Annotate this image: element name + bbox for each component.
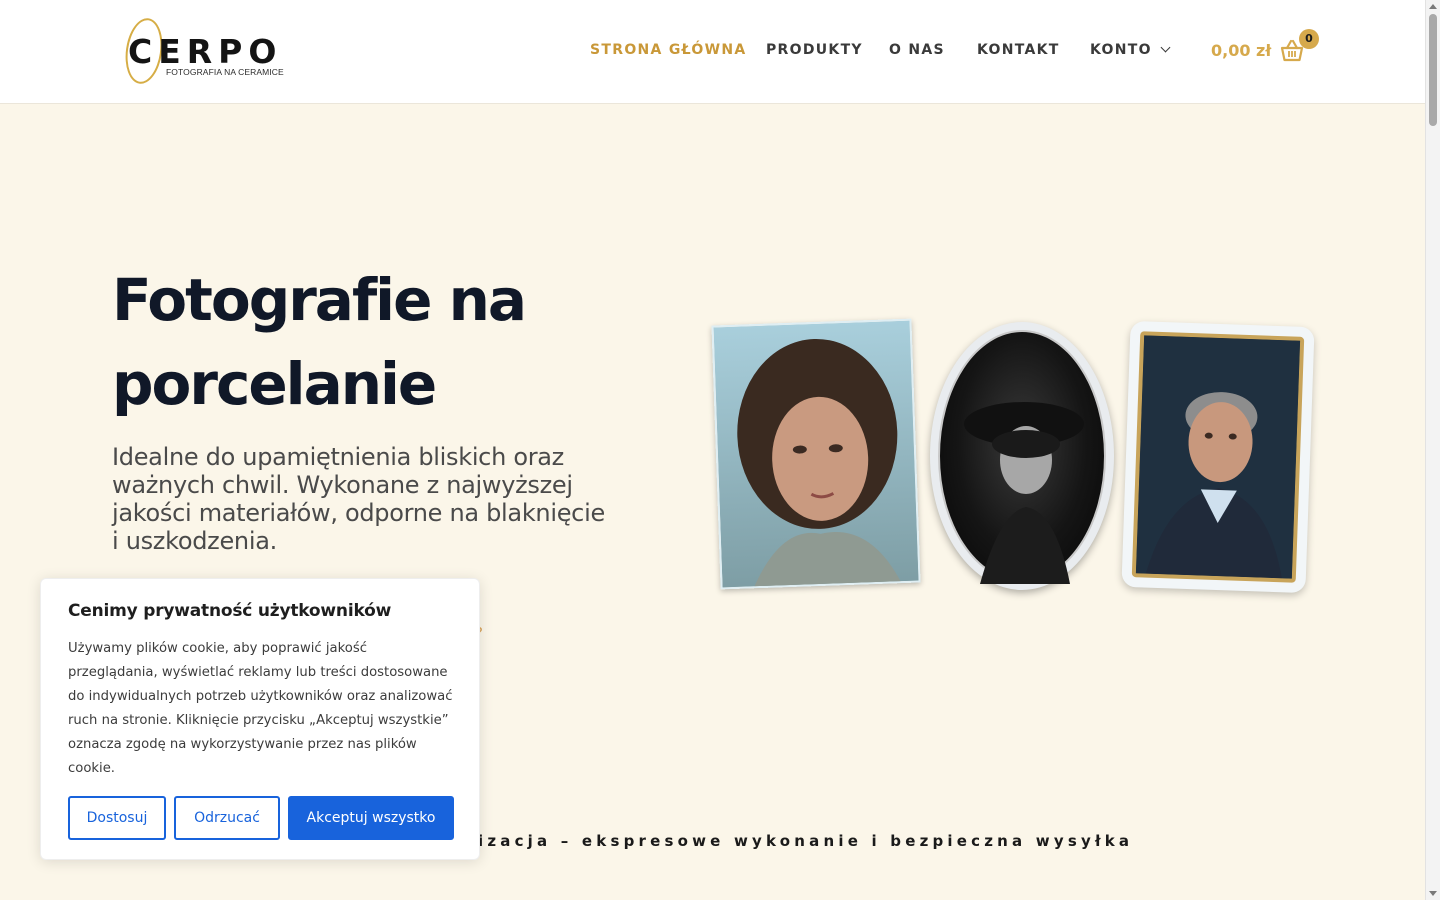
cookie-banner-title: Cenimy prywatność użytkowników [68,601,392,621]
gold-frame-photo [1131,331,1305,583]
logo-tagline: FOTOGRAFIA NA CERAMICE [166,67,284,77]
accept-all-cookies-button[interactable]: Akceptuj wszystko [288,796,454,840]
customize-cookies-button[interactable]: Dostosuj [68,796,166,840]
chevron-down-icon [1160,42,1171,53]
hero-title: Fotografie na porcelanie [112,266,527,418]
reject-cookies-button[interactable]: Odrzucać [174,796,280,840]
cart-total[interactable]: 0,00 zł [1211,41,1271,60]
man-portrait-image [1135,335,1301,579]
benefits-ticker: izacja – ekspresowe wykonanie i bezpiecz… [478,832,1134,850]
hero-subtitle: Idealne do upamiętnienia bliskich oraz w… [112,443,605,555]
scroll-thumb[interactable] [1429,14,1437,126]
nav-item-account-label: KONTO [1090,42,1152,58]
site-header: CERPO FOTOGRAFIA NA CERAMICE STRONA GŁÓW… [0,0,1425,104]
product-photo-oval [930,322,1114,590]
nav-item-about[interactable]: O NAS [889,42,945,58]
scroll-down-arrow-icon[interactable] [1429,891,1437,896]
product-photo-gold-rectangle [1121,320,1315,594]
nav-item-contact[interactable]: KONTAKT [977,42,1060,58]
nav-item-products[interactable]: PRODUKTY [766,42,863,58]
nav-item-home[interactable]: STRONA GŁÓWNA [590,42,747,58]
cerpo-logo[interactable]: CERPO FOTOGRAFIA NA CERAMICE [121,15,286,87]
cookie-consent-banner: Cenimy prywatność użytkowników Używamy p… [40,578,480,860]
vintage-woman-portrait-image [964,402,1084,584]
product-photo-glass-rectangle [711,318,921,590]
cart-count-badge: 0 [1299,29,1319,49]
nav-item-account[interactable]: KONTO [1090,42,1171,58]
scroll-up-arrow-icon[interactable] [1429,4,1437,9]
woman-portrait-image [713,320,921,590]
logo-wordmark: CERPO [128,32,283,71]
page-scrollbar[interactable] [1425,0,1440,900]
oval-photo-inner [938,330,1106,584]
cookie-banner-text: Używamy plików cookie, aby poprawić jako… [68,641,453,776]
